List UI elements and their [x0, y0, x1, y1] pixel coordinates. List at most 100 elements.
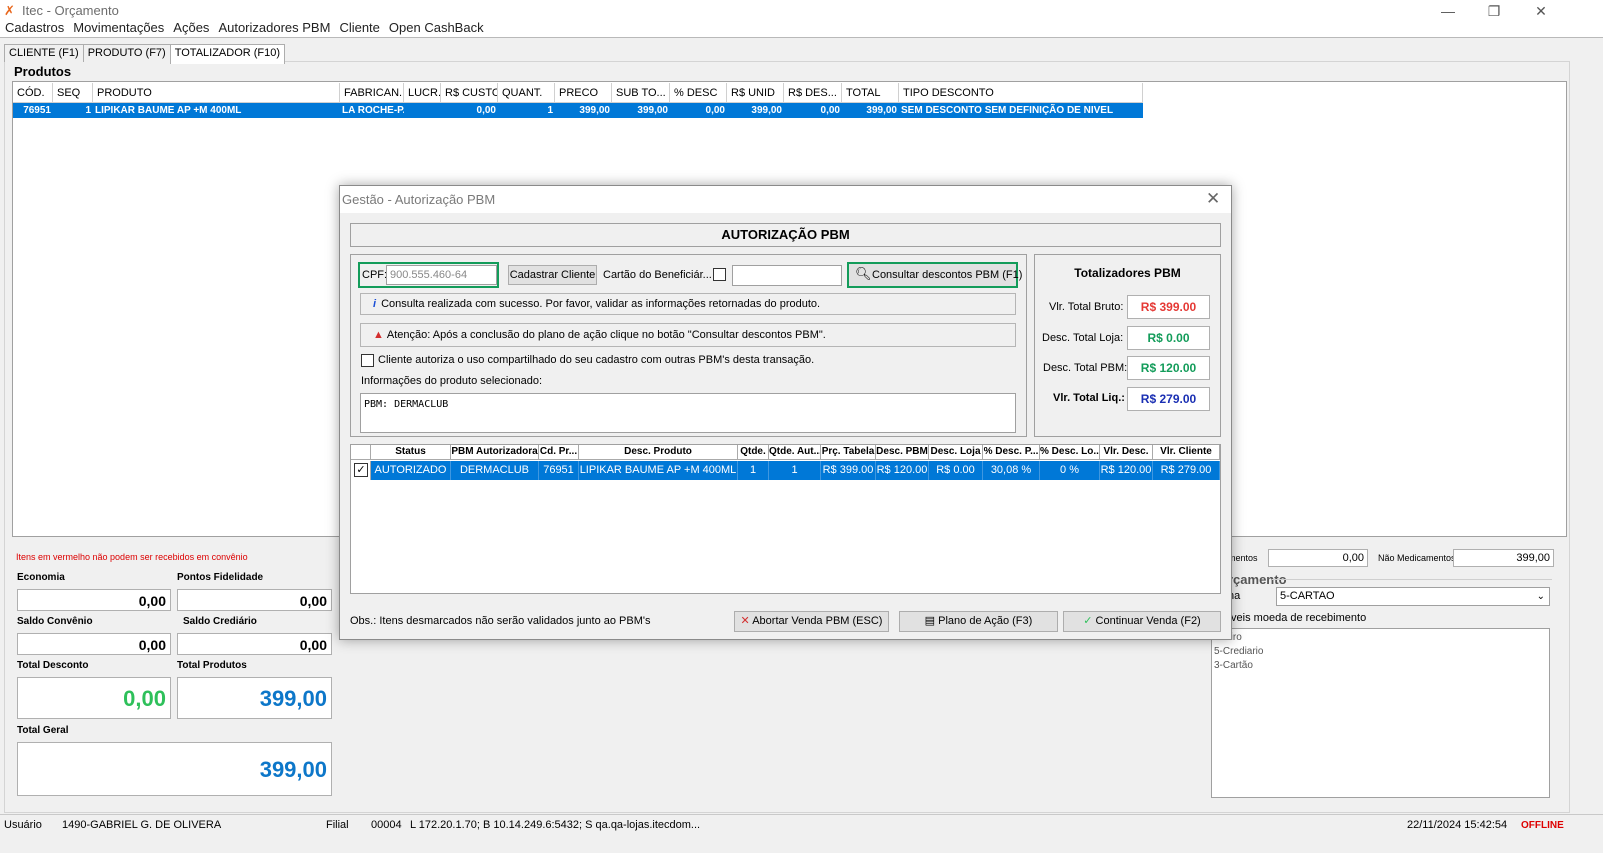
- consultar-descontos-button[interactable]: 🔍︎ Consultar descontos PBM (F1): [847, 262, 1022, 288]
- col-lucr[interactable]: LUCR.: [404, 83, 441, 103]
- tab-cliente[interactable]: CLIENTE (F1): [4, 44, 84, 62]
- consent-label: Cliente autoriza o uso compartilhado do …: [378, 354, 815, 366]
- cartao-checkbox[interactable]: [713, 268, 726, 281]
- pbm-col-pct-desc-loja[interactable]: % Desc. Lo...: [1040, 445, 1100, 460]
- menu-bar: Cadastros Movimentações Ações Autorizadores…: [0, 18, 1603, 38]
- col-des[interactable]: R$ DES...: [784, 83, 842, 103]
- continuar-venda-button[interactable]: ✓ Continuar Venda (F2): [1063, 611, 1221, 632]
- info-message: i Consulta realizada com sucesso. Por fav…: [360, 293, 1016, 315]
- cell-total: 399,00: [866, 105, 897, 116]
- pbm-col-desc-loja[interactable]: Desc. Loja: [929, 445, 983, 460]
- pbm-col-desc-produto[interactable]: Desc. Produto: [579, 445, 738, 460]
- plano-acao-label: Plano de Ação (F3): [938, 615, 1033, 627]
- consultar-descontos-label: Consultar descontos PBM (F1): [872, 269, 1023, 281]
- liq-value: R$ 279.00: [1127, 387, 1210, 411]
- cpf-label: CPF:: [362, 269, 388, 281]
- cadastrar-cliente-button[interactable]: Cadastrar Cliente: [508, 265, 597, 285]
- desc-loja-label: Desc. Total Loja:: [1042, 332, 1124, 344]
- forma-select[interactable]: 5-CARTAO ⌄: [1276, 587, 1550, 606]
- cell-custo: 0,00: [476, 105, 496, 116]
- check-icon: ✓: [1083, 615, 1093, 627]
- col-desc[interactable]: % DESC: [670, 83, 727, 103]
- status-usuario: 1490-GABRIEL G. DE OLIVERA: [62, 819, 222, 831]
- cell-cod: 76951: [23, 105, 51, 116]
- dialog-close-icon[interactable]: ✕: [1206, 189, 1220, 209]
- list-item[interactable]: 5-Crediario: [1214, 645, 1549, 659]
- cell-fabricante: LA ROCHE-P...: [342, 105, 404, 116]
- products-label: Produtos: [14, 64, 72, 79]
- pbm-col-prc-tabela[interactable]: Prç. Tabela: [821, 445, 876, 460]
- obs-note: Obs.: Itens desmarcados não serão valida…: [350, 615, 651, 627]
- warning-message-text: Atenção: Após a conclusão do plano de aç…: [386, 329, 826, 341]
- col-total[interactable]: TOTAL: [842, 83, 899, 103]
- pbm-cell-pct-desc-loja: 0 %: [1040, 461, 1100, 480]
- cartao-input[interactable]: [732, 265, 842, 286]
- col-cod[interactable]: CÓD.: [13, 83, 53, 103]
- plano-acao-button[interactable]: ▤ Plano de Ação (F3): [899, 611, 1058, 632]
- cell-des: 0,00: [820, 105, 840, 116]
- col-seq[interactable]: SEQ: [53, 83, 93, 103]
- tab-produto[interactable]: PRODUTO (F7): [82, 44, 171, 62]
- info-message-text: Consulta realizada com sucesso. Por favo…: [381, 298, 821, 310]
- total-desconto-label: Total Desconto: [17, 660, 89, 671]
- main-tabs: CLIENTE (F1) PRODUTO (F7) TOTALIZADOR (F10…: [4, 44, 286, 64]
- col-quant[interactable]: QUANT.: [498, 83, 555, 103]
- pbm-col-qtde-aut[interactable]: Qtde. Aut...: [769, 445, 821, 460]
- moedas-list[interactable]: nheiro 5-Crediario 3-Cartão: [1211, 628, 1550, 798]
- total-desconto-field: 0,00: [17, 677, 171, 719]
- cell-desc: 0,00: [705, 105, 725, 116]
- desc-pbm-value: R$ 120.00: [1127, 356, 1210, 380]
- bruto-value: R$ 399.00: [1127, 295, 1210, 319]
- close-icon: ✕: [740, 615, 750, 627]
- tab-totalizador[interactable]: TOTALIZADOR (F10): [169, 44, 286, 64]
- pbm-col-autorizadora[interactable]: PBM Autorizadora: [451, 445, 539, 460]
- dialog-header: AUTORIZAÇÃO PBM: [350, 223, 1221, 247]
- pbm-row-checkbox[interactable]: ✓: [354, 463, 368, 477]
- pbm-cell-qtde-aut: 1: [769, 461, 821, 480]
- medicamentos-label: mentos: [1228, 553, 1258, 563]
- abortar-venda-button[interactable]: ✕ Abortar Venda PBM (ESC): [734, 611, 889, 632]
- pbm-col-pct-desc-pbm[interactable]: % Desc. P...: [983, 445, 1040, 460]
- pbm-col-qtde[interactable]: Qtde.: [738, 445, 769, 460]
- menu-acoes[interactable]: Ações: [168, 18, 213, 38]
- product-info-label: Informações do produto selecionado:: [361, 375, 543, 387]
- total-geral-field: 399,00: [17, 742, 332, 796]
- pbm-cell-qtde: 1: [738, 461, 769, 480]
- saldo-crediario-label: Saldo Crediário: [183, 616, 257, 627]
- menu-cadastros[interactable]: Cadastros: [0, 18, 68, 38]
- pbm-col-desc-pbm[interactable]: Desc. PBM: [876, 445, 929, 460]
- consent-checkbox[interactable]: [361, 354, 374, 367]
- pbm-cell-pct-desc-pbm: 30,08 %: [983, 461, 1040, 480]
- col-subtotal[interactable]: SUB TO...: [612, 83, 670, 103]
- desc-loja-value: R$ 0.00: [1127, 326, 1210, 350]
- abortar-venda-label: Abortar Venda PBM (ESC): [752, 615, 883, 627]
- pontos-field: 0,00: [177, 589, 332, 611]
- pbm-col-vlr-desc[interactable]: Vlr. Desc.: [1100, 445, 1153, 460]
- col-fabricante[interactable]: FABRICAN...: [340, 83, 404, 103]
- totalizadores-title: Totalizadores PBM: [1074, 266, 1181, 280]
- menu-open-cashback[interactable]: Open CashBack: [384, 18, 488, 38]
- col-preco[interactable]: PRECO: [555, 83, 612, 103]
- list-item[interactable]: 3-Cartão: [1214, 659, 1549, 673]
- pbm-grid[interactable]: Status PBM Autorizadora Cd. Pr... Desc. …: [350, 444, 1221, 594]
- pbm-col-cd-produto[interactable]: Cd. Pr...: [539, 445, 579, 460]
- clipboard-icon: ▤: [924, 615, 936, 627]
- total-produtos-field: 399,00: [177, 677, 332, 719]
- status-connection: L 172.20.1.70; B 10.14.249.6:5432; S qa.…: [410, 819, 701, 831]
- cell-seq: 1: [85, 105, 91, 116]
- menu-movimentacoes[interactable]: Movimentações: [68, 18, 168, 38]
- pbm-col-status[interactable]: Status: [371, 445, 451, 460]
- menu-autorizadores-pbm[interactable]: Autorizadores PBM: [213, 18, 334, 38]
- col-custo[interactable]: R$ CUSTO: [441, 83, 498, 103]
- cpf-input[interactable]: 900.555.460-64: [386, 265, 497, 285]
- menu-cliente[interactable]: Cliente: [334, 18, 383, 38]
- cartao-label: Cartão do Beneficiár...: [603, 269, 712, 281]
- chevron-down-icon: ⌄: [1536, 591, 1545, 602]
- col-produto[interactable]: PRODUTO: [93, 83, 340, 103]
- pbm-col-vlr-cliente[interactable]: Vlr. Cliente: [1153, 445, 1220, 460]
- product-info-textarea[interactable]: PBM: DERMACLUB: [360, 393, 1016, 433]
- col-tipo-desconto[interactable]: TIPO DESCONTO: [899, 83, 1143, 103]
- col-unid[interactable]: R$ UNID: [727, 83, 784, 103]
- list-item[interactable]: nheiro: [1214, 631, 1549, 645]
- pbm-dialog: Gestão - Autorização PBM ✕ AUTORIZAÇÃO P…: [339, 185, 1232, 640]
